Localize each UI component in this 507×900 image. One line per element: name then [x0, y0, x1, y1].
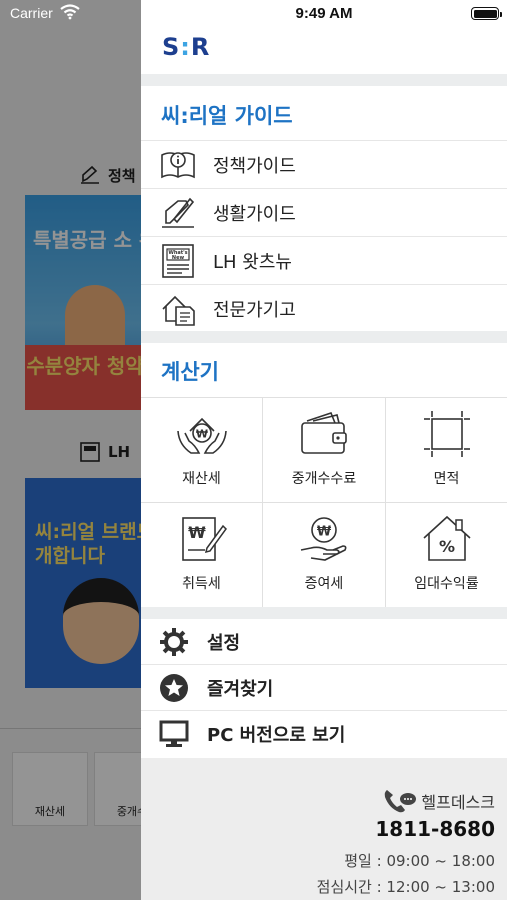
- area-icon: [419, 408, 475, 460]
- svg-text:₩: ₩: [317, 525, 332, 540]
- property-tax-icon: ₩: [174, 408, 230, 460]
- calc-rental-yield[interactable]: % 임대수익률: [386, 503, 507, 608]
- calc-label: 취득세: [182, 576, 221, 592]
- svg-text:%: %: [438, 537, 454, 556]
- settings-menu-item[interactable]: 설정: [141, 619, 507, 665]
- svg-text:New: New: [172, 255, 185, 261]
- pc-version-menu-item[interactable]: PC 버전으로 보기: [141, 711, 507, 757]
- section-divider: [141, 607, 507, 619]
- menu-item-label: 생활가이드: [213, 203, 296, 225]
- menu-item-policy-guide[interactable]: 정책가이드: [141, 140, 507, 188]
- helpdesk-weekday-hours: 평일 : 09:00 ~ 18:00: [344, 852, 495, 870]
- document-house-icon: [159, 290, 197, 328]
- rental-yield-icon: %: [419, 513, 475, 565]
- calc-gift-tax[interactable]: ₩ 증여세: [263, 503, 386, 608]
- menu-item-expert-column[interactable]: 전문가기고: [141, 284, 507, 332]
- pc-version-label: PC 버전으로 보기: [207, 725, 346, 746]
- menu-item-label: 전문가기고: [213, 299, 296, 321]
- svg-text:₩: ₩: [195, 428, 207, 441]
- wallet-icon: [296, 408, 352, 460]
- app-logo[interactable]: S:R: [162, 33, 210, 61]
- side-drawer: 9:49 AM S:R 씨:리얼 가이드 정책가이드 생활가이드 What's N…: [141, 0, 507, 900]
- star-icon: [157, 671, 191, 705]
- menu-item-life-guide[interactable]: 생활가이드: [141, 188, 507, 236]
- wifi-icon: [60, 4, 80, 20]
- section-divider: [141, 74, 507, 86]
- favorites-label: 즐겨찾기: [207, 678, 274, 700]
- menu-item-label: LH 왓츠뉴: [213, 251, 292, 273]
- whats-new-icon: What's New: [159, 242, 197, 280]
- calc-label: 면적: [433, 471, 460, 487]
- phone-chat-icon: [385, 790, 417, 813]
- settings-label: 설정: [207, 632, 241, 654]
- calc-acquisition-tax[interactable]: ₩ 취득세: [141, 503, 263, 608]
- svg-text:₩: ₩: [188, 523, 206, 542]
- menu-item-whats-new[interactable]: What's New LH 왓츠뉴: [141, 236, 507, 284]
- guide-section-title: 씨:리얼 가이드: [161, 104, 293, 128]
- helpdesk-lunch-hours: 점심시간 : 12:00 ~ 13:00: [316, 878, 495, 896]
- helpdesk-phone[interactable]: 1811-8680: [375, 817, 495, 841]
- pen-note-icon: [159, 194, 197, 232]
- calc-area[interactable]: 면적: [386, 398, 507, 503]
- gift-tax-icon: ₩: [296, 513, 352, 565]
- section-divider: [141, 331, 507, 343]
- helpdesk-label: 헬프데스크: [383, 788, 495, 814]
- calc-label: 임대수익률: [414, 576, 479, 592]
- acquisition-tax-icon: ₩: [174, 513, 230, 565]
- calc-label: 증여세: [304, 576, 344, 592]
- calculator-grid: ₩ 재산세 중개수수료 면적 ₩ 취득세 ₩ 증여세 % 임대수익률: [141, 397, 507, 608]
- status-time: 9:49 AM: [295, 5, 353, 22]
- favorites-menu-item[interactable]: 즐겨찾기: [141, 665, 507, 711]
- calc-label: 재산세: [182, 471, 221, 487]
- carrier-label: Carrier: [10, 5, 53, 21]
- monitor-icon: [157, 717, 191, 751]
- calc-brokerage-fee[interactable]: 중개수수료: [263, 398, 386, 503]
- calc-property-tax[interactable]: ₩ 재산세: [141, 398, 263, 503]
- calc-label: 중개수수료: [291, 471, 357, 487]
- battery-icon: [471, 7, 502, 20]
- gear-icon: [157, 625, 191, 659]
- calculator-section-title: 계산기: [161, 360, 219, 384]
- helpdesk-panel: 헬프데스크 1811-8680 평일 : 09:00 ~ 18:00 점심시간 …: [141, 758, 507, 900]
- policy-book-icon: [159, 146, 197, 184]
- menu-item-label: 정책가이드: [213, 155, 296, 177]
